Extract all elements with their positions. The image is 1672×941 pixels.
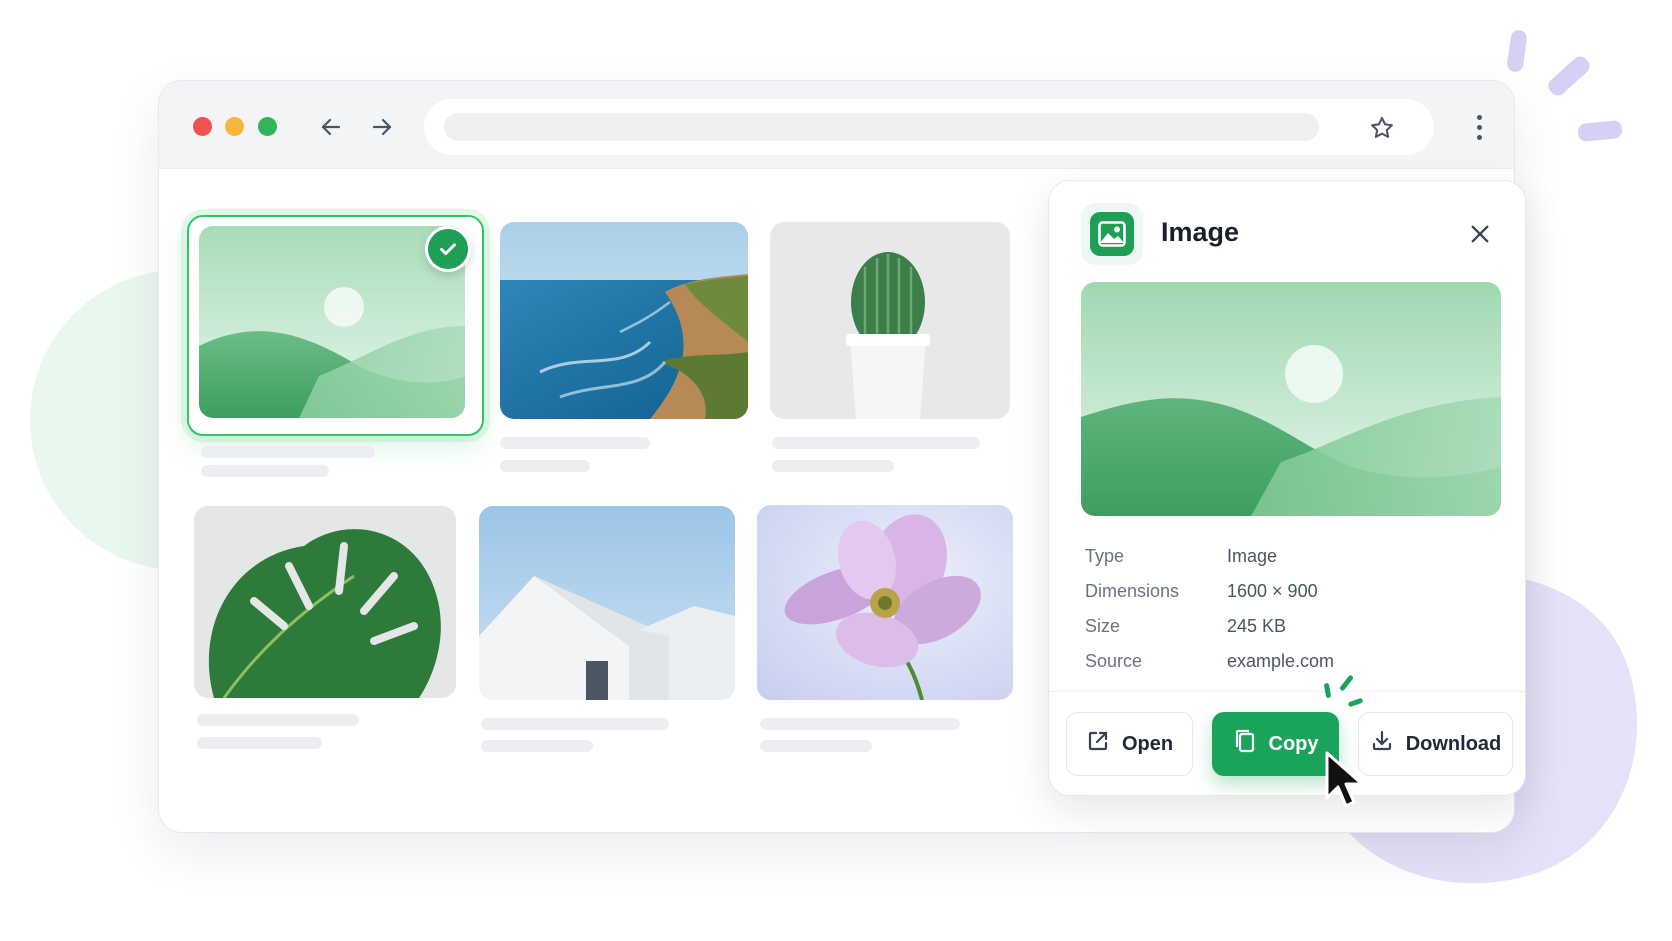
detail-label: Dimensions (1085, 581, 1180, 601)
copy-button[interactable]: Copy (1212, 712, 1339, 776)
decor-spark (1545, 53, 1593, 99)
divider (1049, 691, 1525, 692)
forward-arrow-icon[interactable] (366, 111, 398, 143)
cactus-photo[interactable] (770, 222, 1010, 419)
close-window-dot[interactable] (193, 117, 212, 136)
url-input[interactable] (444, 113, 1319, 141)
placeholder-text-line (201, 446, 375, 458)
placeholder-text-line (760, 740, 872, 752)
copy-icon (1233, 728, 1257, 760)
pink-flower-photo[interactable] (757, 505, 1013, 700)
image-details-list: Type Image Dimensions 1600 × 900 Size 24… (1085, 539, 1495, 679)
check-icon (425, 226, 471, 272)
placeholder-text-line (197, 737, 322, 749)
placeholder-text-line (201, 465, 329, 477)
white-building-photo[interactable] (479, 506, 735, 700)
detail-value: example.com (1227, 651, 1335, 671)
image-preview (1081, 282, 1501, 516)
detail-label: Type (1085, 546, 1125, 566)
placeholder-text-line (772, 460, 894, 472)
browser-toolbar (159, 81, 1514, 169)
download-button[interactable]: Download (1358, 712, 1513, 776)
detail-row-size: Size 245 KB (1085, 609, 1495, 644)
open-button-label: Open (1121, 732, 1174, 755)
detail-value: Image (1227, 546, 1278, 566)
detail-value: 1600 × 900 (1227, 581, 1318, 601)
maximize-window-dot[interactable] (258, 117, 277, 136)
download-icon (1370, 729, 1394, 759)
more-vertical-icon[interactable] (1469, 111, 1489, 143)
detail-value: 245 KB (1227, 616, 1287, 636)
detail-row-dimensions: Dimensions 1600 × 900 (1085, 574, 1495, 609)
mouse-pointer-icon (1323, 750, 1369, 817)
detail-label: Size (1085, 616, 1121, 636)
close-icon[interactable] (1465, 219, 1495, 249)
placeholder-text-line (481, 718, 669, 730)
detail-row-source: Source example.com (1085, 644, 1495, 679)
detail-label: Source (1085, 651, 1143, 671)
panel-title: Image (1161, 217, 1240, 247)
placeholder-text-line (772, 437, 980, 449)
address-bar[interactable] (424, 99, 1434, 155)
monstera-leaf-photo[interactable] (194, 506, 456, 698)
minimize-window-dot[interactable] (225, 117, 244, 136)
placeholder-text-line (500, 460, 590, 472)
open-button[interactable]: Open (1066, 712, 1193, 776)
star-icon[interactable] (1369, 115, 1395, 146)
decor-spark (1506, 29, 1528, 73)
download-button-label: Download (1405, 732, 1502, 755)
placeholder-text-line (500, 437, 650, 449)
placeholder-text-line (481, 740, 593, 752)
image-details-panel: Image Type Image Dimensions 1600 × 900 S… (1048, 180, 1526, 796)
external-link-icon (1086, 729, 1110, 759)
placeholder-text-line (760, 718, 960, 730)
back-arrow-icon[interactable] (315, 111, 347, 143)
image-icon (1081, 203, 1143, 265)
detail-row-type: Type Image (1085, 539, 1495, 574)
coastline-photo[interactable] (500, 222, 748, 419)
copy-button-label: Copy (1268, 732, 1319, 755)
placeholder-text-line (197, 714, 359, 726)
decor-spark (1577, 119, 1623, 143)
